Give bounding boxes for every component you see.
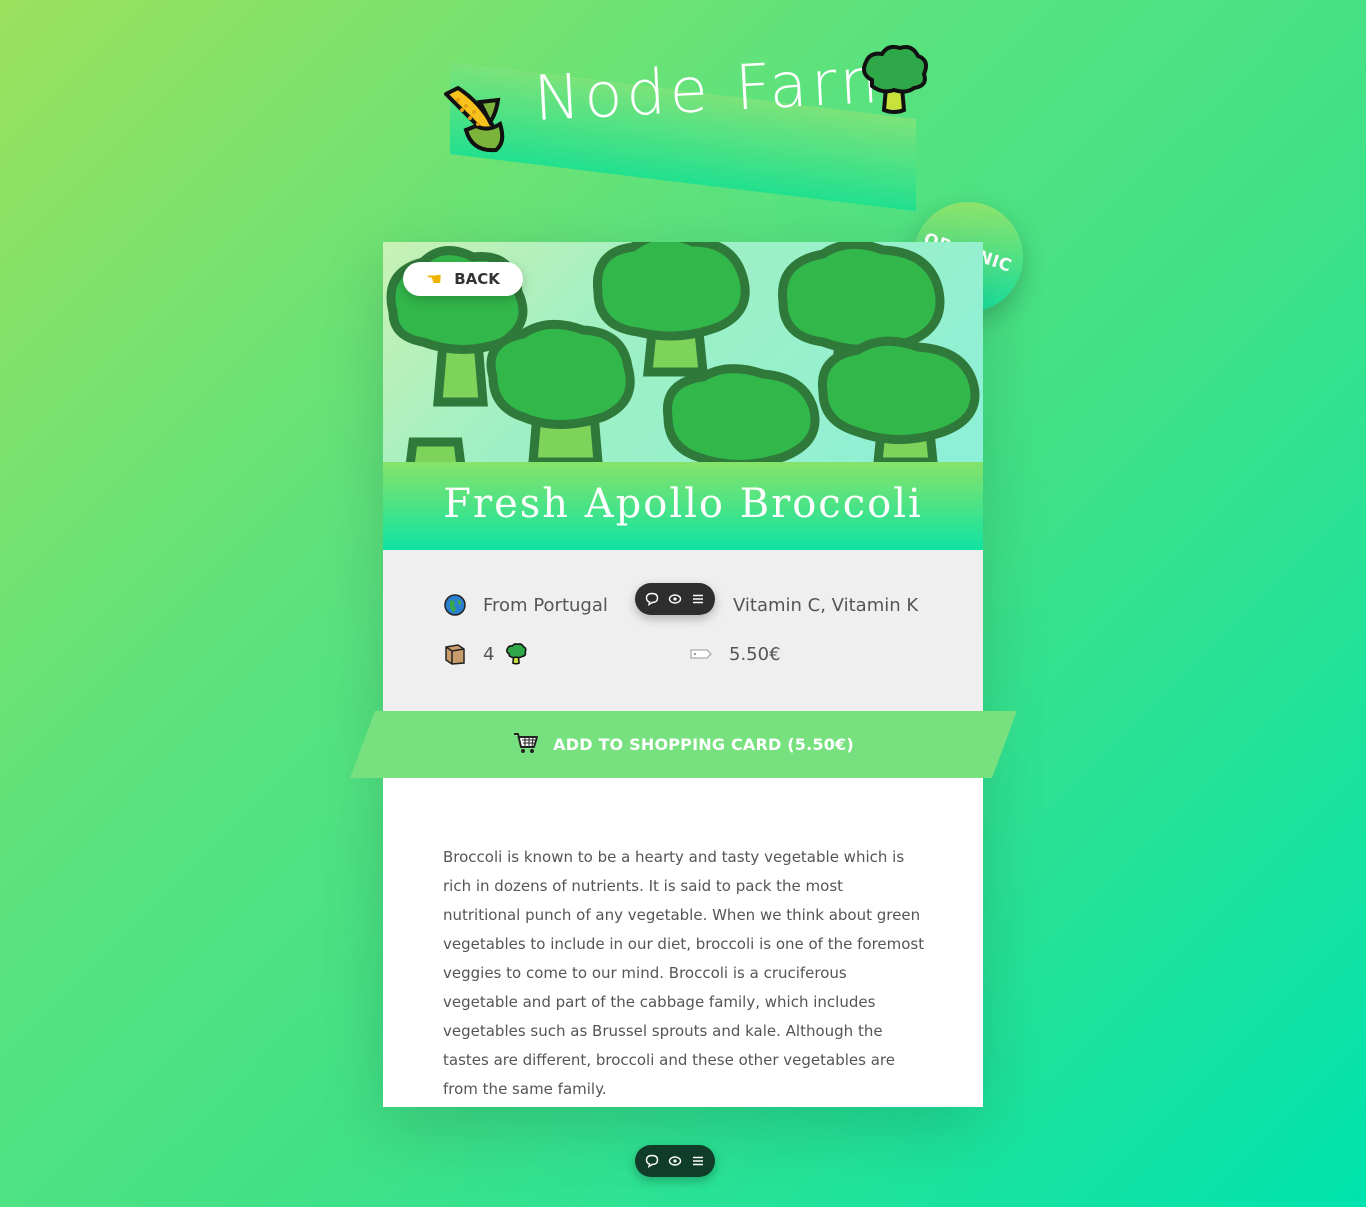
broccoli-icon <box>504 642 528 666</box>
menu-icon[interactable] <box>689 590 707 608</box>
add-to-cart-button[interactable]: ADD TO SHOPPING CARD (5.50€) <box>350 711 1017 778</box>
add-to-cart-label: ADD TO SHOPPING CARD (5.50€) <box>553 735 854 754</box>
origin-text: From Portugal <box>483 594 608 616</box>
nutrients-detail: Vitamin C, Vitamin K <box>693 593 918 617</box>
price-tag-icon <box>689 642 713 666</box>
title-band: Fresh Apollo Broccoli <box>383 462 983 550</box>
shopping-cart-icon <box>513 731 539 759</box>
quantity-text: 4 <box>483 643 495 665</box>
eye-icon[interactable] <box>666 590 684 608</box>
header: Node Farm <box>0 0 1366 212</box>
floating-toolbar <box>635 583 715 615</box>
back-button[interactable]: ☚ BACK <box>403 262 523 296</box>
back-label: BACK <box>454 270 500 288</box>
eye-icon[interactable] <box>666 1152 684 1170</box>
product-image: ☚ BACK <box>383 242 983 462</box>
comment-icon[interactable] <box>643 1152 661 1170</box>
comment-icon[interactable] <box>643 590 661 608</box>
menu-icon[interactable] <box>689 1152 707 1170</box>
nutrients-text: Vitamin C, Vitamin K <box>733 594 919 616</box>
floating-toolbar-bottom <box>635 1145 715 1177</box>
origin-detail: From Portugal <box>443 593 608 617</box>
product-card: ☚ BACK Fresh Apollo Broccoli From Portug… <box>350 242 1017 1107</box>
quantity-detail: 4 <box>443 642 528 666</box>
price-detail: 5.50€ <box>689 642 781 666</box>
pointing-hand-icon: ☚ <box>426 268 443 290</box>
corn-icon <box>444 86 505 153</box>
box-icon <box>443 642 467 666</box>
globe-icon <box>443 593 467 617</box>
product-description: Broccoli is known to be a hearty and tas… <box>443 848 925 1098</box>
product-title: Fresh Apollo Broccoli <box>443 481 923 527</box>
broccoli-icon <box>862 44 928 114</box>
price-text: 5.50€ <box>729 643 781 665</box>
product-details: From Portugal Vitamin C, Vitamin K 4 5.5… <box>383 550 983 725</box>
add-to-cart-content: ADD TO SHOPPING CARD (5.50€) <box>350 711 1017 778</box>
